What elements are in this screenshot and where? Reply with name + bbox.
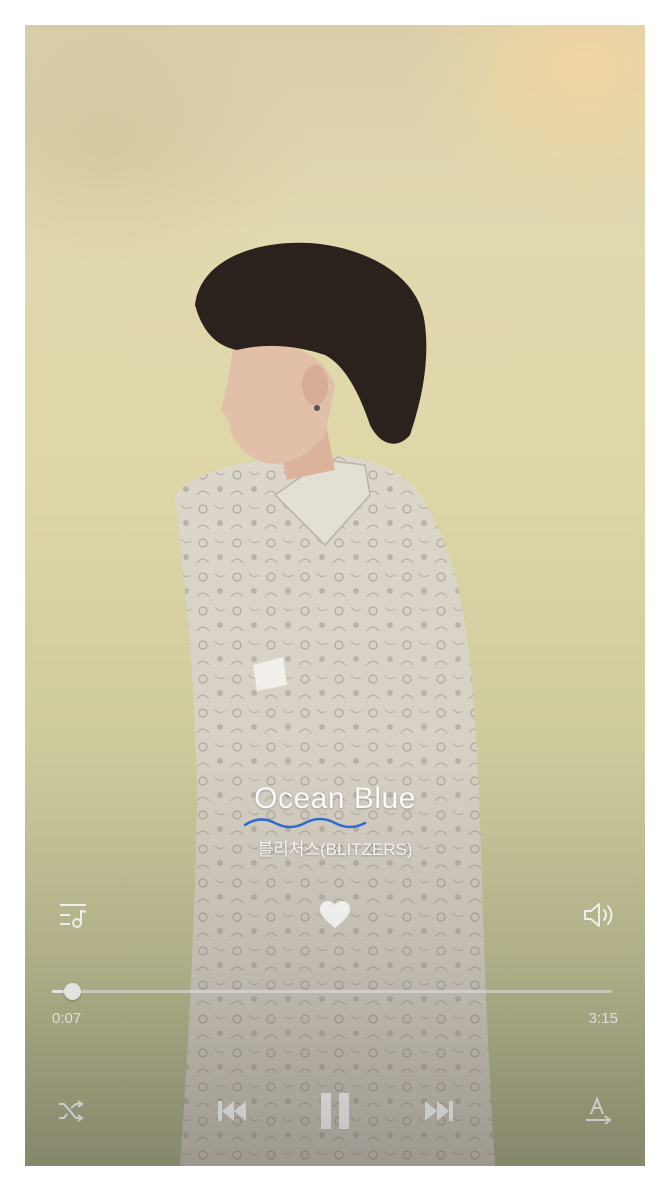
text-size-icon[interactable] [581, 1093, 617, 1129]
lyrics-list-icon[interactable] [53, 897, 93, 933]
shuffle-icon[interactable] [53, 1093, 89, 1129]
track-title: Ocean Blue [254, 782, 416, 815]
album-art-photo [175, 242, 495, 1166]
heart-icon[interactable] [317, 897, 353, 933]
pause-icon[interactable] [315, 1089, 355, 1133]
player-screen: Ocean Blue 블리처스(BLITZERS) 0:07 3:15 [25, 25, 645, 1166]
previous-track-icon[interactable] [212, 1093, 252, 1129]
track-artist: 블리처스(BLITZERS) [257, 840, 413, 859]
next-track-icon[interactable] [419, 1093, 459, 1129]
total-time: 3:15 [588, 1010, 618, 1027]
progress-bar[interactable] [52, 983, 612, 1000]
elapsed-time: 0:07 [52, 1010, 82, 1027]
speaker-icon[interactable] [580, 897, 620, 933]
